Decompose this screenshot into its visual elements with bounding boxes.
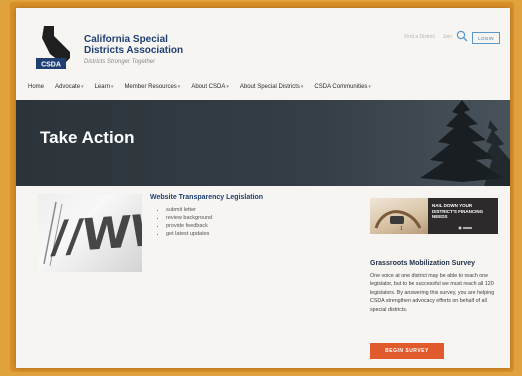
legislation-list: submit letter review background provide … (158, 206, 212, 238)
caret-down-icon: ▾ (81, 84, 84, 90)
page-title: Take Action (40, 128, 135, 147)
search-icon[interactable] (456, 30, 468, 42)
caret-down-icon: ▾ (177, 84, 181, 90)
nav-item-advocate[interactable]: Advocate▾ (55, 84, 84, 90)
caret-down-icon: ▾ (226, 84, 229, 90)
nav-item-csda-communities[interactable]: CSDA Communities▾ (314, 84, 371, 90)
nav-item-label: Learn (94, 84, 110, 90)
web-page: CSDA California Special Districts Associ… (16, 8, 510, 368)
survey-body: One voice at one district may be able to… (370, 273, 495, 313)
main-nav: Home Advocate▾ Learn▾ Member Resources▾ … (28, 84, 371, 90)
nav-item-about-special-districts[interactable]: About Special Districts▾ (240, 84, 304, 90)
login-button[interactable]: LOGIN (472, 32, 500, 44)
nav-item-label: Member Resources (124, 84, 177, 90)
nav-item-label: About Special Districts (239, 84, 300, 90)
nav-item-label: Home (28, 84, 45, 90)
pine-tree-icon (420, 100, 510, 186)
financing-ad[interactable]: 1 NAIL DOWN YOUR DISTRICT'S FINANCING NE… (370, 198, 498, 234)
caret-down-icon: ▾ (300, 84, 304, 90)
california-logo-icon[interactable]: CSDA (36, 24, 78, 70)
nav-item-label: Advocate (55, 84, 81, 90)
ad-text: NAIL DOWN YOUR DISTRICT'S FINANCING NEED… (432, 203, 484, 219)
list-item[interactable]: provide feedback (166, 222, 212, 230)
tagline: Districts Stronger Together (84, 59, 156, 65)
list-item[interactable]: review background (166, 214, 212, 222)
org-name[interactable]: California Special Districts Association (84, 34, 204, 56)
nav-item-label: CSDA Communities (314, 84, 368, 90)
svg-text:1: 1 (400, 226, 403, 232)
list-item[interactable]: get latest updates (166, 230, 212, 238)
hammer-icon: 1 (374, 210, 422, 232)
hero-banner: Take Action (16, 100, 510, 186)
website-image[interactable]: //WW (38, 194, 142, 272)
nav-item-learn[interactable]: Learn▾ (95, 84, 114, 90)
caret-down-icon: ▾ (110, 84, 114, 90)
nav-item-member-resources[interactable]: Member Resources▾ (124, 84, 180, 90)
caret-down-icon: ▾ (368, 84, 371, 90)
list-item[interactable]: submit letter (166, 206, 212, 214)
nav-item-about-csda[interactable]: About CSDA▾ (191, 84, 229, 90)
ad-photo: 1 (370, 198, 428, 234)
website-image-text: //WW (49, 203, 142, 264)
logo-text: CSDA (41, 62, 61, 69)
survey-title: Grassroots Mobilization Survey (370, 260, 476, 267)
ad-logo-icon (458, 226, 472, 230)
begin-survey-button[interactable]: BEGIN SURVEY (370, 343, 444, 359)
nav-item-home[interactable]: Home (28, 84, 44, 90)
legislation-title[interactable]: Website Transparency Legislation (150, 194, 263, 201)
top-link-find-district[interactable]: Find a District (404, 34, 435, 40)
top-links: Find a District Join (404, 34, 452, 40)
nav-item-label: About CSDA (191, 84, 226, 90)
top-link-join[interactable]: Join (443, 34, 452, 40)
